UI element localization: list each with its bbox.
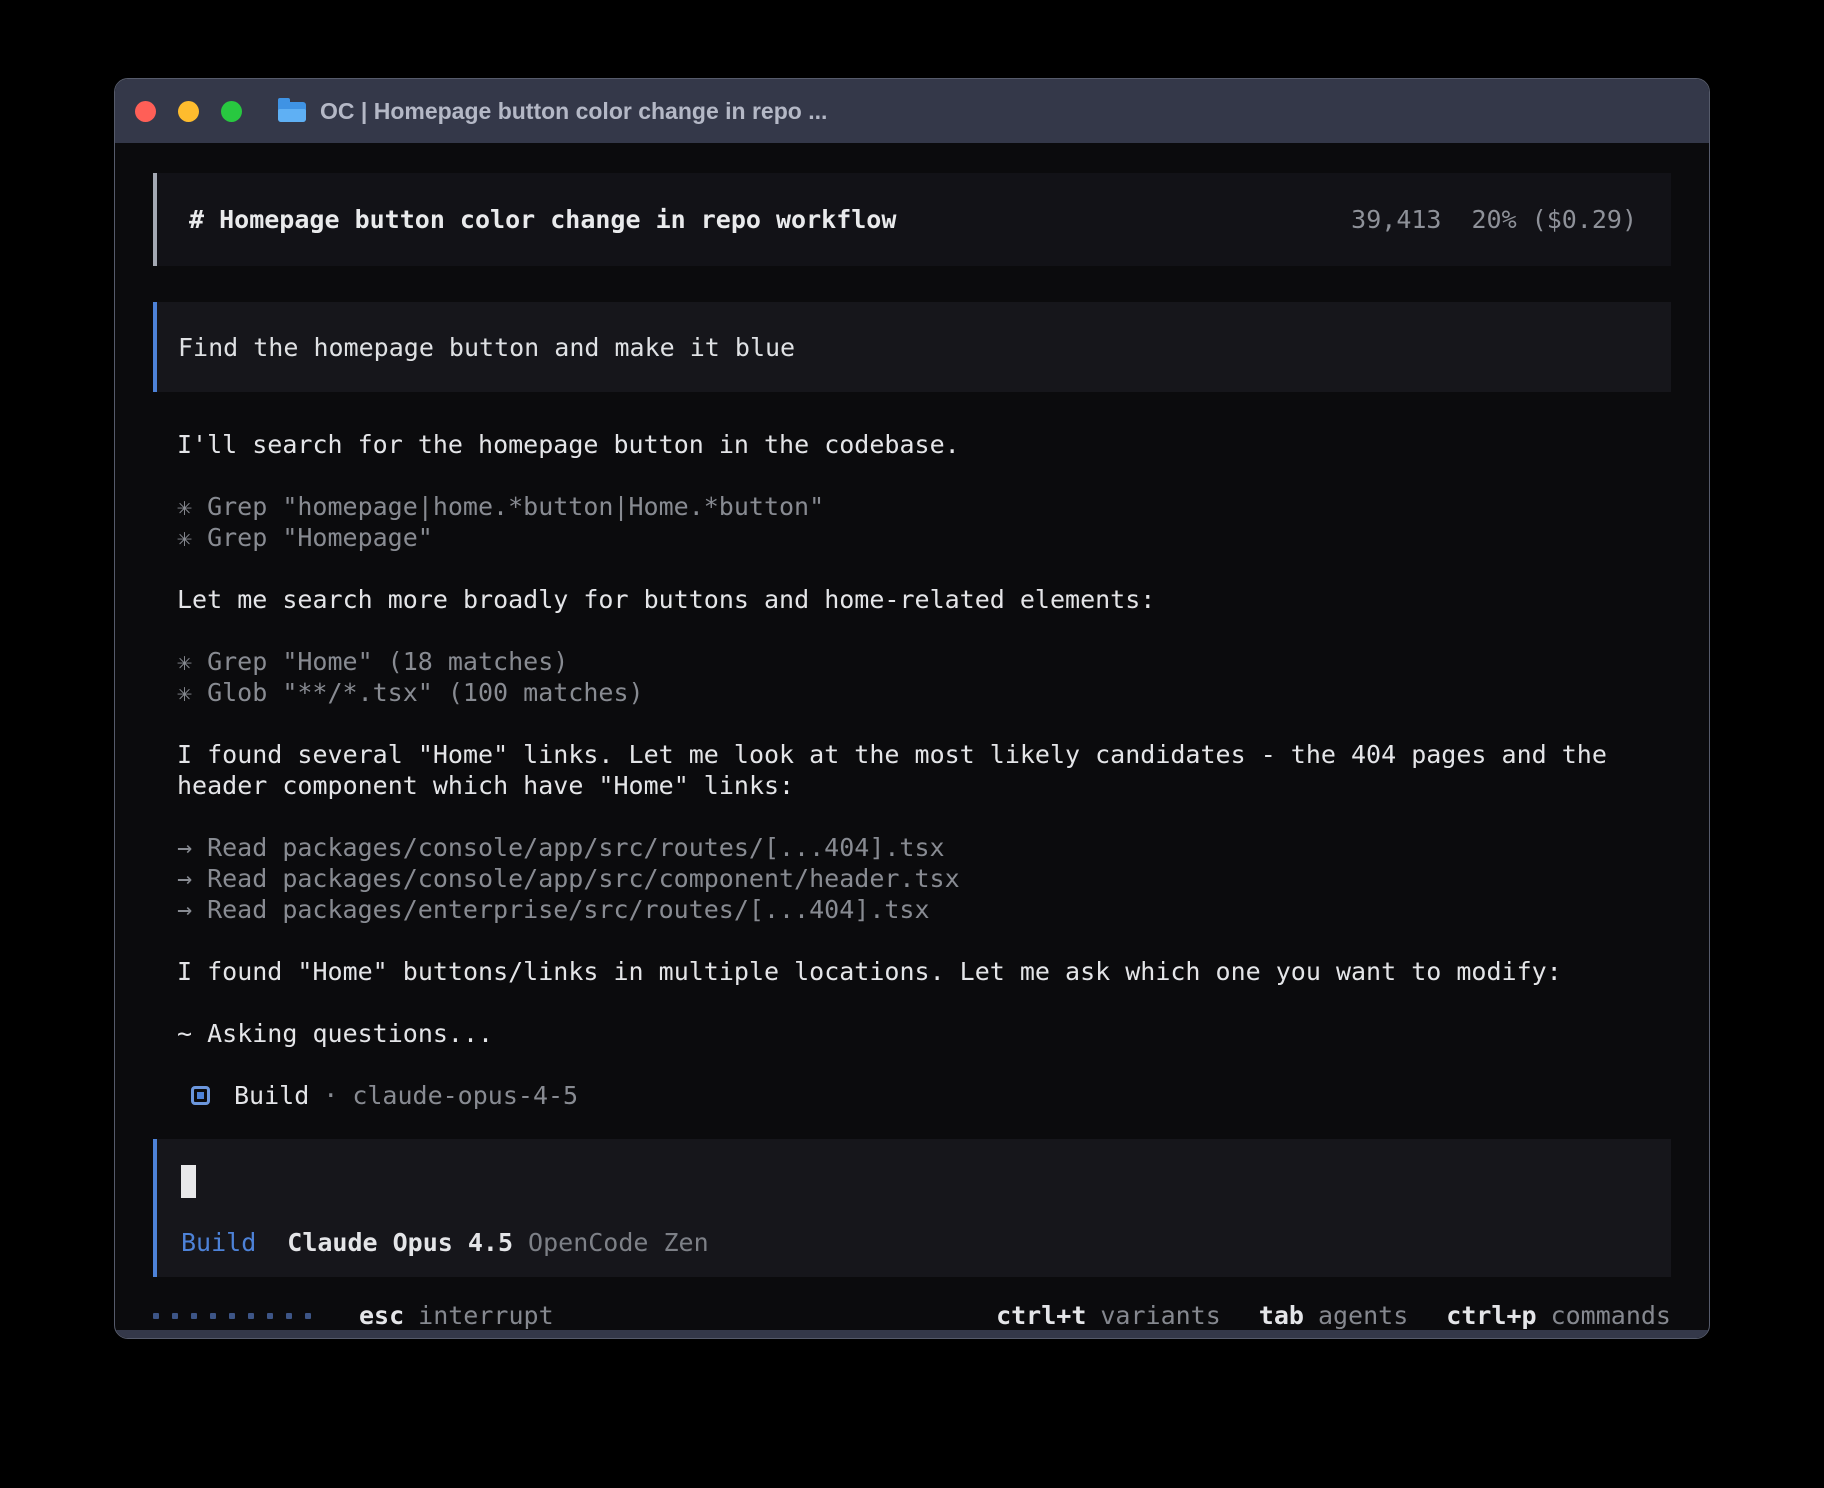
tool-asterisk-icon: ✳ (177, 492, 192, 521)
assistant-status-text: ~ Asking questions... (177, 1018, 1647, 1049)
assistant-text: I'll search for the homepage button in t… (177, 429, 1647, 460)
tool-asterisk-icon: ✳ (177, 523, 192, 552)
agent-name: Build (234, 1080, 309, 1111)
folder-icon (278, 102, 306, 122)
context-percent: 20% (1471, 205, 1516, 234)
tool-call-read: →Read packages/console/app/src/component… (177, 863, 1647, 894)
esc-key-hint: esc (359, 1301, 404, 1330)
prompt-input[interactable]: Build Claude Opus 4.5 OpenCode Zen (153, 1139, 1671, 1277)
tool-call-grep: ✳Grep "Homepage" (177, 522, 1647, 553)
spinner-dots-icon (153, 1313, 311, 1319)
terminal-content: # Homepage button color change in repo w… (115, 143, 1709, 1338)
assistant-text: Let me search more broadly for buttons a… (177, 584, 1647, 615)
input-agent-label: Build (181, 1228, 256, 1257)
tool-call-group: ✳Grep "homepage|home.*button|Home.*butto… (177, 491, 1647, 553)
session-stats: 39,413 20% ($0.29) (1351, 205, 1637, 234)
input-meta: Build Claude Opus 4.5 OpenCode Zen (181, 1228, 1647, 1257)
window-footer-bar (115, 1330, 1709, 1339)
status-right: ctrl+t variants tab agents ctrl+p comman… (958, 1301, 1671, 1330)
agent-badge-core (197, 1092, 204, 1099)
tool-call-read: →Read packages/console/app/src/routes/[.… (177, 832, 1647, 863)
user-message: Find the homepage button and make it blu… (153, 302, 1671, 392)
input-model-label: Claude Opus 4.5 (287, 1228, 513, 1257)
tool-call-group: →Read packages/console/app/src/routes/[.… (177, 832, 1647, 925)
assistant-text: I found "Home" buttons/links in multiple… (177, 956, 1647, 987)
terminal-window: OC | Homepage button color change in rep… (114, 78, 1710, 1339)
arrow-right-icon: → (177, 833, 192, 862)
zoom-button[interactable] (221, 101, 242, 122)
close-button[interactable] (135, 101, 156, 122)
traffic-lights (135, 101, 242, 122)
session-title: # Homepage button color change in repo w… (189, 205, 896, 234)
status-left: esc interrupt (153, 1301, 554, 1330)
tool-call-group: ✳Grep "Home" (18 matches) ✳Glob "**/*.ts… (177, 646, 1647, 708)
shortcut-variants: ctrl+t variants (996, 1301, 1221, 1330)
agent-separator: · (323, 1080, 338, 1111)
tool-call-glob: ✳Glob "**/*.tsx" (100 matches) (177, 677, 1647, 708)
session-cost: ($0.29) (1532, 205, 1637, 234)
agent-status-row: Build · claude-opus-4-5 (191, 1080, 1647, 1111)
token-count: 39,413 (1351, 205, 1441, 234)
user-message-text: Find the homepage button and make it blu… (178, 333, 795, 362)
shortcut-agents: tab agents (1259, 1301, 1408, 1330)
session-header: # Homepage button color change in repo w… (153, 173, 1671, 266)
minimize-button[interactable] (178, 101, 199, 122)
agent-badge-icon (191, 1086, 210, 1105)
tool-asterisk-icon: ✳ (177, 647, 192, 676)
tool-asterisk-icon: ✳ (177, 678, 192, 707)
arrow-right-icon: → (177, 864, 192, 893)
arrow-right-icon: → (177, 895, 192, 924)
tool-call-grep: ✳Grep "homepage|home.*button|Home.*butto… (177, 491, 1647, 522)
tool-call-grep: ✳Grep "Home" (18 matches) (177, 646, 1647, 677)
input-provider-label: OpenCode Zen (528, 1228, 709, 1257)
status-bar: esc interrupt ctrl+t variants tab agents… (153, 1301, 1671, 1330)
text-cursor (181, 1165, 196, 1198)
tool-call-read: →Read packages/enterprise/src/routes/[..… (177, 894, 1647, 925)
titlebar: OC | Homepage button color change in rep… (115, 79, 1709, 143)
chat-transcript: I'll search for the homepage button in t… (153, 429, 1671, 1111)
assistant-text: I found several "Home" links. Let me loo… (177, 739, 1647, 801)
esc-key-label: interrupt (418, 1301, 553, 1330)
window-title: OC | Homepage button color change in rep… (320, 98, 827, 125)
shortcut-commands: ctrl+p commands (1446, 1301, 1671, 1330)
agent-model: claude-opus-4-5 (352, 1080, 578, 1111)
